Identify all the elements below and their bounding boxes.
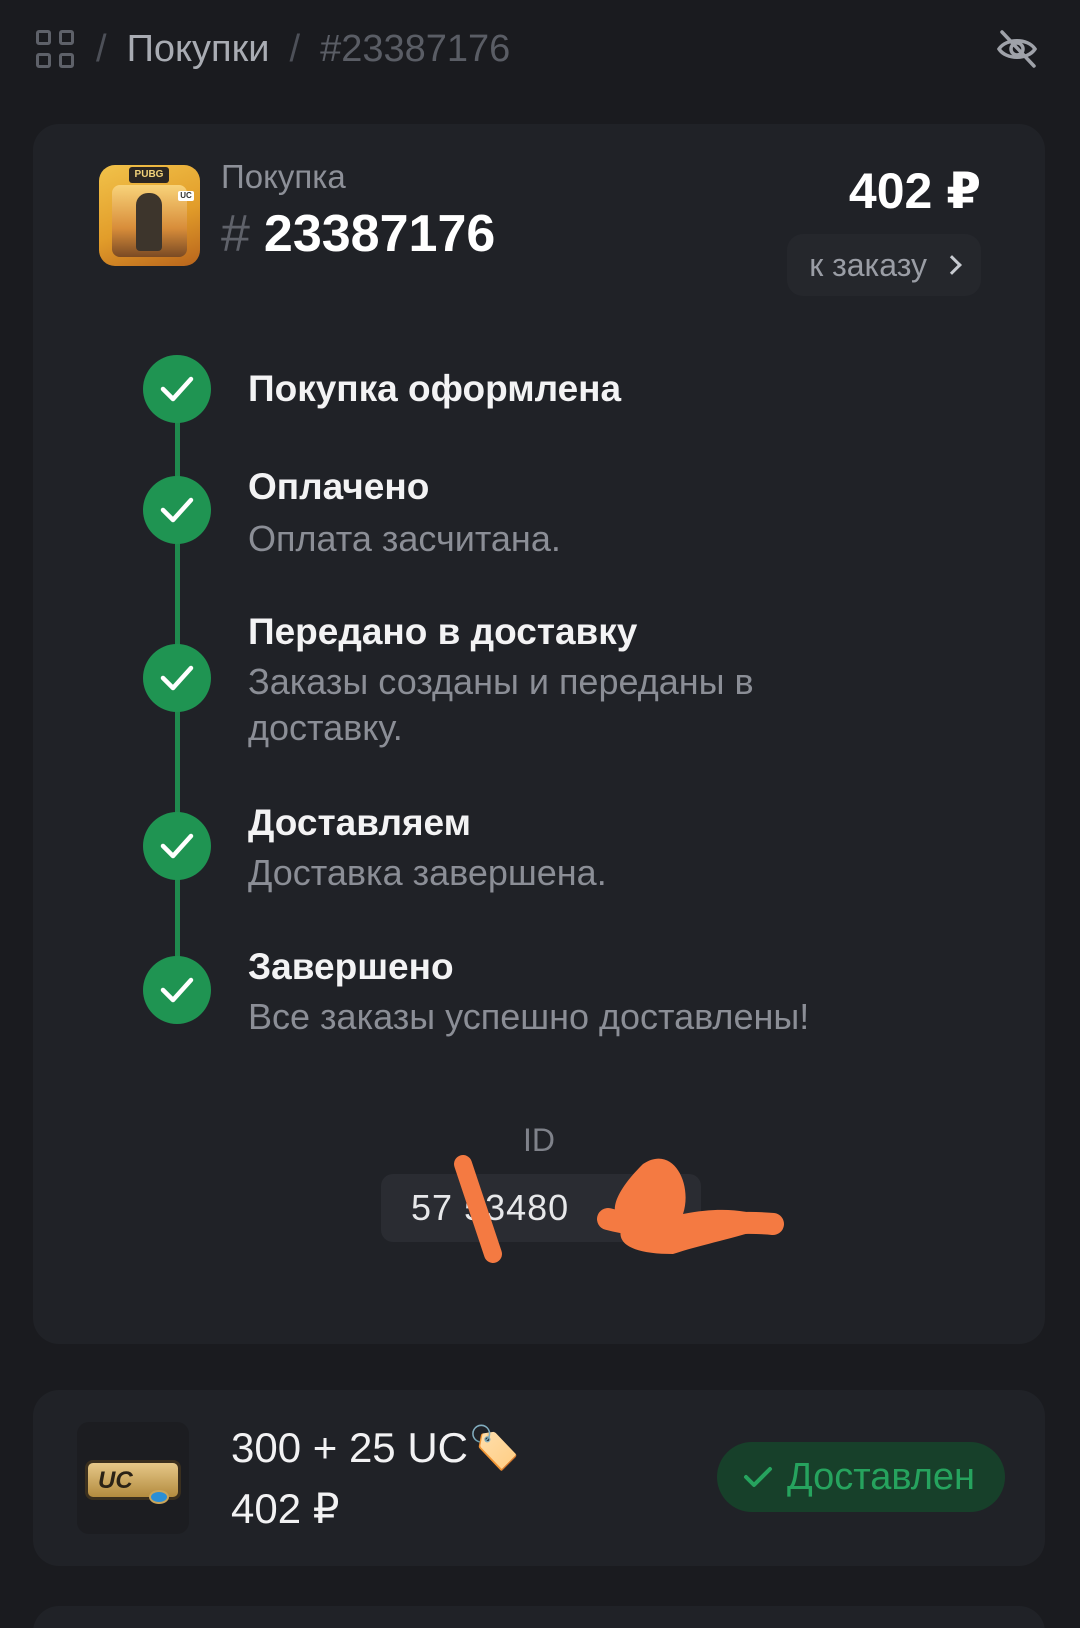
breadcrumb-current: #23387176 [320,27,511,70]
next-card-edge [33,1606,1045,1628]
status-badge: Доставлен [716,1442,1005,1512]
product-title: 300 + 25 UC🏷️ [231,1424,521,1471]
to-order-label: к заказу [809,246,927,283]
purchase-price: 402 ₽ [848,163,981,219]
check-icon [143,355,211,423]
chevron-right-icon [942,255,962,275]
step-description: Оплата засчитана. [248,518,561,559]
check-icon [743,1467,772,1487]
step-title: Покупка оформлена [248,368,622,409]
status-label: Доставлен [786,1455,975,1498]
purchase-number: #23387176 [221,204,495,264]
step-title: Оплачено [248,466,430,507]
breadcrumb-separator: / [96,27,107,70]
breadcrumb-purchases[interactable]: Покупки [127,28,270,71]
purchase-card: PUBG UC Покупка #23387176 402 ₽ к заказу… [33,124,1045,1344]
check-icon [143,956,211,1024]
purchase-number-value: 23387176 [263,205,496,263]
breadcrumb: / Покупки / #23387176 [36,14,1040,84]
check-icon [143,476,211,544]
redaction-scribble [454,1155,784,1263]
check-icon [143,644,211,712]
step-description: Доставка завершена. [248,852,607,893]
to-order-button[interactable]: к заказу [787,234,981,296]
purchase-label: Покупка [221,158,346,195]
check-icon [143,812,211,880]
step-title: Завершено [248,946,454,987]
breadcrumb-separator: / [289,27,301,70]
pubg-game-icon: PUBG UC [99,165,200,266]
purchase-page: / Покупки / #23387176 PUBG UC Покупка #2… [0,0,1080,1628]
product-card[interactable]: UC 300 + 25 UC🏷️ 402 ₽ Доставлен [33,1390,1045,1566]
hash-symbol: # [221,205,250,263]
grid-icon[interactable] [36,30,74,68]
uc-pack-icon: UC [77,1422,189,1534]
product-price: 402 ₽ [231,1485,340,1532]
step-title: Доставляем [248,802,472,843]
step-description: Все заказы успешно доставлены! [248,996,810,1037]
step-title: Передано в доставку [248,611,638,652]
eye-off-icon[interactable] [994,26,1040,72]
step-description: Заказы созданы и переданы в доставку. [248,661,754,748]
